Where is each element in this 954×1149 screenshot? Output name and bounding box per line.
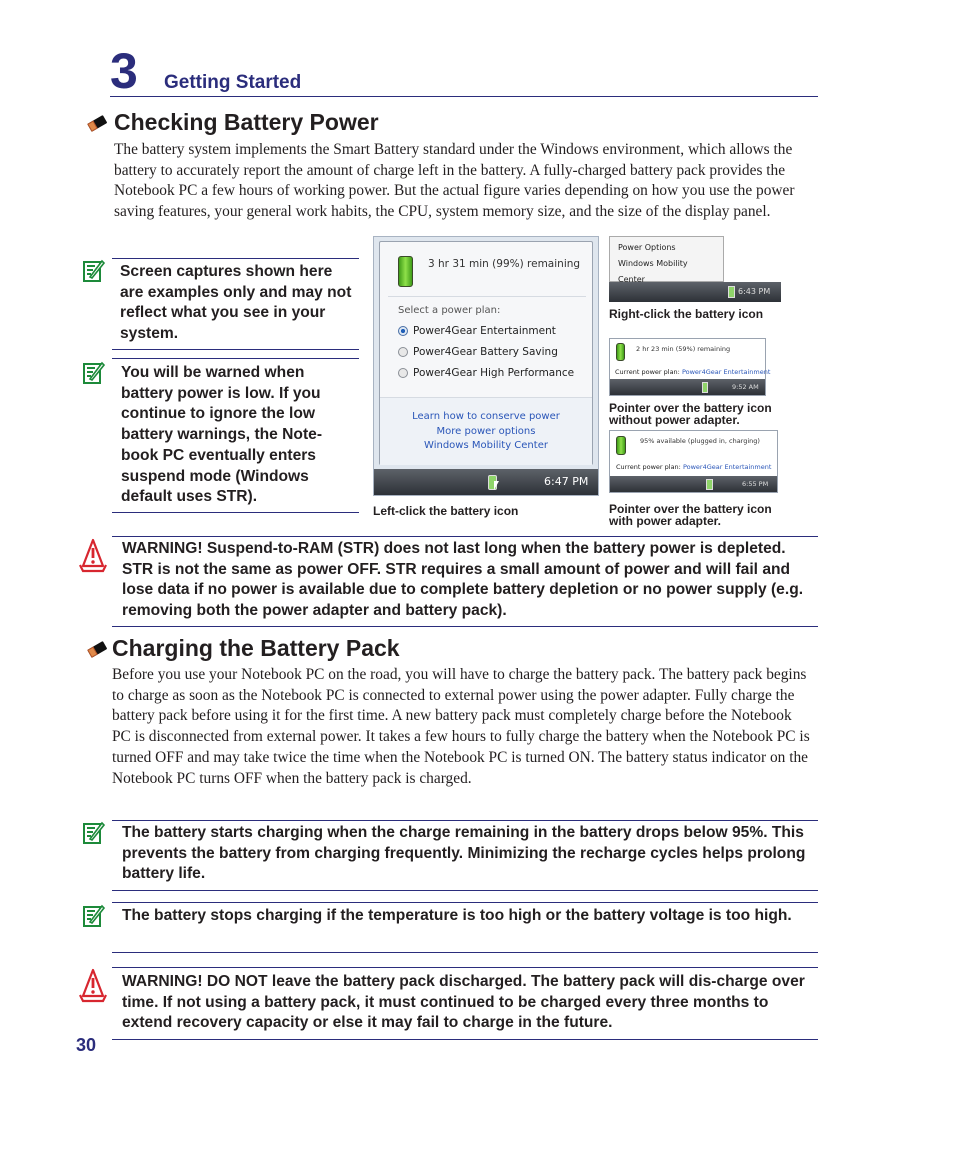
plan-option-label: Power4Gear Entertainment [413, 325, 556, 337]
battery-level-icon [398, 256, 413, 287]
menu-item-power-options[interactable]: Power Options [618, 240, 715, 256]
chapter-number: 3 [110, 43, 138, 99]
note-text: You will be warned when battery power is… [121, 364, 323, 506]
note-divider [112, 952, 818, 953]
note-icon [83, 904, 106, 927]
battery-status: 3 hr 31 min (99%) remaining [428, 258, 581, 270]
tray-battery-icon[interactable] [702, 382, 708, 393]
links-area: Learn how to conserve power More power o… [380, 397, 592, 465]
note-divider [112, 890, 818, 891]
plan-option-label: Power4Gear High Performance [413, 367, 575, 379]
warning-divider [112, 536, 818, 537]
page-number: 30 [76, 1035, 97, 1055]
screenshot-hover-adapter: 95% available (plugged in, charging) Cur… [609, 430, 778, 493]
taskbar: 6:43 PM [609, 282, 781, 302]
screenshot-hover-no-adapter: 2 hr 23 min (59%) remaining Current powe… [609, 338, 770, 396]
section-title-checking-battery: Checking Battery Power [114, 109, 379, 135]
clock: 6:55 PM [742, 480, 769, 488]
radio[interactable] [398, 347, 408, 357]
caption: with power adapter. [609, 514, 722, 528]
note-divider [112, 902, 818, 903]
link-more-power-options[interactable]: More power options [380, 425, 592, 440]
note-text: The battery starts charging when the cha… [122, 824, 806, 883]
link-conserve-power[interactable]: Learn how to conserve power [380, 410, 592, 425]
section-paragraph: Before you use your Notebook PC on the r… [112, 666, 810, 787]
warning-divider [112, 967, 818, 968]
battery-status: 2 hr 23 min (59%) remaining [636, 345, 731, 353]
clock: 6:47 PM [544, 475, 589, 488]
note-divider [112, 258, 359, 259]
plan-option-label: Power4Gear Battery Saving [413, 346, 558, 358]
chapter-title: Getting Started [164, 72, 302, 93]
tray-battery-icon[interactable] [728, 286, 735, 298]
plan-option[interactable]: Power4Gear Entertainment [398, 325, 556, 337]
warning-divider [112, 1039, 818, 1040]
screenshot-left-click: 3 hr 31 min (99%) remaining Select a pow… [373, 236, 599, 496]
power-flyout: 3 hr 31 min (99%) remaining Select a pow… [379, 241, 593, 465]
note-divider [112, 820, 818, 821]
caption: without power adapter. [609, 413, 740, 427]
caption: Left-click the battery icon [373, 504, 519, 518]
section-paragraph: The battery system implements the Smart … [114, 141, 795, 221]
current-plan: Current power plan: Power4Gear Entertain… [616, 463, 771, 471]
warning-text: WARNING! DO NOT leave the battery pack d… [122, 973, 805, 1032]
taskbar: 6:47 PM [374, 469, 598, 495]
divider [388, 296, 586, 297]
link-mobility-center[interactable]: Windows Mobility Center [380, 439, 592, 454]
clock: 9:52 AM [732, 383, 759, 391]
taskbar: 9:52 AM [610, 379, 765, 395]
current-plan: Current power plan: Power4Gear Entertain… [615, 368, 770, 376]
plan-link[interactable]: Power4Gear Entertainment [682, 368, 770, 376]
screenshot-right-click: Power Options Windows Mobility Center Sh… [609, 236, 781, 303]
warning-icon [79, 968, 107, 1003]
section-title-charging: Charging the Battery Pack [112, 635, 400, 661]
note-divider [112, 349, 359, 350]
note-text: The battery stops charging if the temper… [122, 907, 792, 924]
warning-icon [79, 538, 107, 573]
note-divider [112, 358, 359, 359]
context-menu: Power Options Windows Mobility Center Sh… [609, 236, 724, 300]
tray-battery-icon[interactable] [706, 479, 713, 490]
plan-option[interactable]: Power4Gear Battery Saving [398, 346, 558, 358]
warning-divider [112, 626, 818, 627]
plan-label: Current power plan: [616, 463, 681, 471]
caption: Right-click the battery icon [609, 307, 764, 321]
battery-icon [87, 641, 107, 658]
note-icon [83, 361, 106, 384]
plan-option[interactable]: Power4Gear High Performance [398, 367, 574, 379]
plan-label: Select a power plan: [398, 305, 501, 316]
cursor-icon [494, 481, 499, 490]
note-icon [83, 821, 106, 844]
note-text: Screen captures shown here are examples … [120, 263, 352, 343]
clock: 6:43 PM [738, 287, 771, 296]
plan-label: Current power plan: [615, 368, 680, 376]
warning-text: WARNING! Suspend-to-RAM (STR) does not l… [122, 540, 804, 620]
header-divider [110, 96, 818, 97]
battery-charging-icon [616, 436, 626, 455]
plan-link[interactable]: Power4Gear Entertainment [683, 463, 771, 471]
battery-status: 95% available (plugged in, charging) [640, 437, 760, 445]
taskbar: 6:55 PM [610, 476, 777, 492]
note-divider [112, 512, 359, 513]
battery-icon [87, 115, 107, 132]
note-icon [83, 259, 106, 282]
radio-selected[interactable] [398, 326, 408, 336]
battery-level-icon [616, 343, 625, 361]
radio[interactable] [398, 368, 408, 378]
